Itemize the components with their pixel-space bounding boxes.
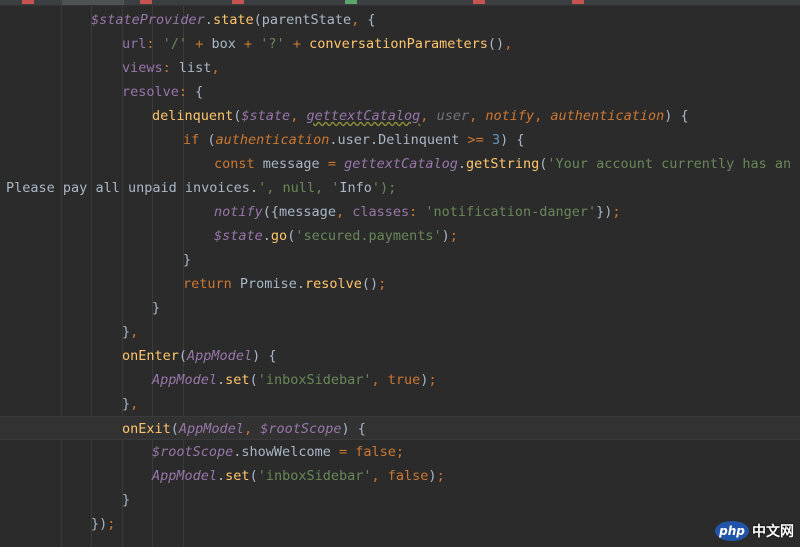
code-line[interactable]: });: [0, 512, 800, 536]
editor-tab[interactable]: [345, 0, 455, 5]
code-line[interactable]: AppModel.set('inboxSidebar', true);: [0, 368, 800, 392]
php-logo: php: [715, 521, 749, 541]
editor-tab[interactable]: [473, 0, 563, 5]
code-line[interactable]: url: '/' + box + '?' + conversationParam…: [0, 32, 800, 56]
js-file-icon: [140, 0, 152, 4]
code-line[interactable]: $rootScope.showWelcome = false;: [0, 440, 800, 464]
code-line[interactable]: views: list,: [0, 56, 800, 80]
code-line[interactable]: },: [0, 392, 800, 416]
js-file-icon: [572, 0, 584, 4]
js-file-icon: [473, 0, 485, 4]
code-line-wrapped[interactable]: Please pay all unpaid invoices.', null, …: [0, 176, 800, 200]
code-line[interactable]: delinquent($state, gettextCatalog, user,…: [0, 104, 800, 128]
code-line[interactable]: }: [0, 488, 800, 512]
html-file-icon: [345, 0, 357, 4]
code-line[interactable]: if (authentication.user.Delinquent >= 3)…: [0, 128, 800, 152]
editor-tab[interactable]: [232, 0, 332, 5]
code-line[interactable]: }: [0, 296, 800, 320]
code-line[interactable]: },: [0, 320, 800, 344]
js-file-icon: [22, 0, 34, 4]
code-line[interactable]: const message = gettextCatalog.getString…: [0, 152, 800, 176]
code-line[interactable]: $stateProvider.state(parentState, {: [0, 8, 800, 32]
code-line[interactable]: $state.go('secured.payments');: [0, 224, 800, 248]
js-file-icon: [232, 0, 244, 4]
code-line[interactable]: resolve: {: [0, 80, 800, 104]
code-line[interactable]: }: [0, 248, 800, 272]
watermark-text: 中文网: [752, 524, 794, 540]
code-editor[interactable]: $stateProvider.state(parentState, { url:…: [0, 6, 800, 547]
site-watermark: php 中文网: [715, 521, 794, 541]
editor-tab[interactable]: [140, 0, 220, 5]
editor-tab-active[interactable]: [62, 0, 124, 5]
code-line[interactable]: notify({message, classes: 'notification-…: [0, 200, 800, 224]
editor-tab[interactable]: [572, 0, 662, 5]
code-line[interactable]: onEnter(AppModel) {: [0, 344, 800, 368]
code-line-current[interactable]: onExit(AppModel, $rootScope) {: [0, 416, 800, 440]
code-line[interactable]: return Promise.resolve();: [0, 272, 800, 296]
editor-tab[interactable]: [22, 0, 62, 5]
code-line[interactable]: AppModel.set('inboxSidebar', false);: [0, 464, 800, 488]
